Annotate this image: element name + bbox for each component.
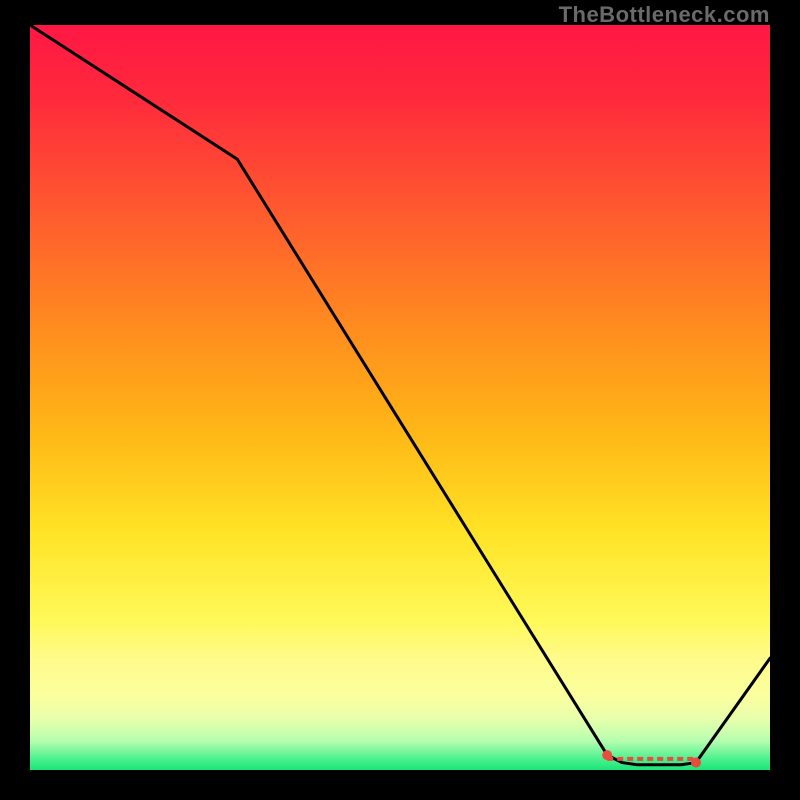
chart-background — [30, 25, 770, 770]
chart-frame — [30, 25, 770, 770]
bottleneck-chart — [30, 25, 770, 770]
